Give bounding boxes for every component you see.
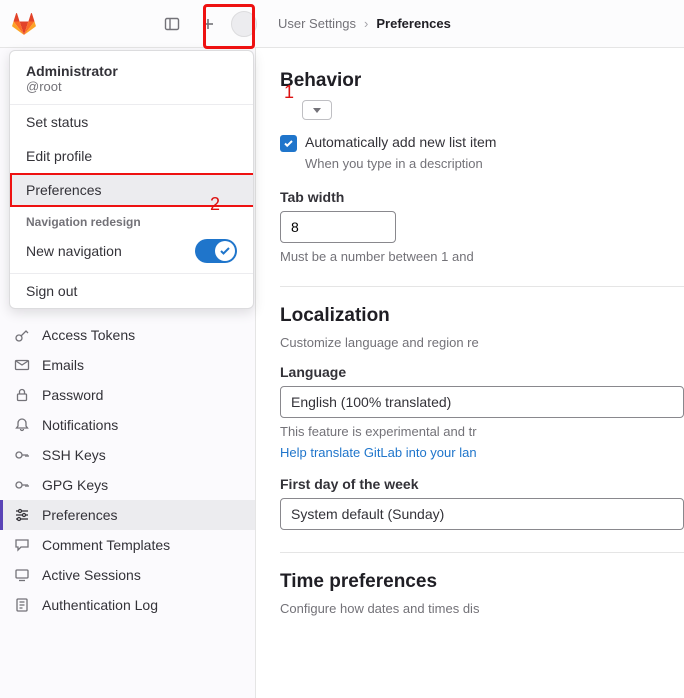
behavior-heading: Behavior [280,70,684,92]
sidebar-toggle-icon[interactable] [158,10,186,38]
checkbox-label: Automatically add new list item [305,134,496,150]
time-pref-sub: Configure how dates and times dis [280,601,684,616]
sidebar-item-label: Active Sessions [42,567,141,583]
checkbox-checked-icon [280,135,297,152]
tab-width-label: Tab width [280,189,684,205]
tab-width-input[interactable] [280,211,396,243]
sidebar-item-ssh-keys[interactable]: SSH Keys [0,440,255,470]
sidebar-item-gpg-keys[interactable]: GPG Keys [0,470,255,500]
user-name: Administrator [26,63,237,79]
sidebar-item-access-tokens[interactable]: Access Tokens [0,320,255,350]
sidebar-item-label: Authentication Log [42,597,158,613]
menu-sign-out[interactable]: Sign out [10,274,253,308]
sidebar-item-label: Access Tokens [42,327,135,343]
language-hint: This feature is experimental and tr [280,424,684,439]
time-pref-heading: Time preferences [280,571,684,593]
language-label: Language [280,364,684,380]
breadcrumb: User Settings › Preferences [278,16,451,31]
sidebar-item-active-sessions[interactable]: Active Sessions [0,560,255,590]
localization-heading: Localization [280,305,684,327]
menu-section-label: Navigation redesign [10,207,253,233]
sidebar-item-label: SSH Keys [42,447,106,463]
language-select[interactable]: English (100% translated) [280,386,684,418]
top-icons [158,10,258,38]
first-day-label: First day of the week [280,476,684,492]
menu-set-status[interactable]: Set status [10,105,253,139]
gitlab-logo-icon[interactable] [12,12,36,36]
menu-edit-profile[interactable]: Edit profile [10,139,253,173]
sidebar-item-emails[interactable]: Emails [0,350,255,380]
sidebar-item-password[interactable]: Password [0,380,255,410]
main-content: Behavior Automatically add new list item… [256,48,684,698]
sidebar-item-comment-templates[interactable]: Comment Templates [0,530,255,560]
checkbox-hint: When you type in a description [305,156,684,171]
checkbox-auto-list[interactable]: Automatically add new list item [280,134,684,152]
sidebar-item-label: Preferences [42,507,117,523]
user-dropdown: Administrator @root Set status Edit prof… [9,50,254,309]
sidebar-item-label: Password [42,387,103,403]
tab-width-hint: Must be a number between 1 and [280,249,684,264]
sidebar-item-notifications[interactable]: Notifications [0,410,255,440]
menu-preferences[interactable]: Preferences [10,173,253,207]
sidebar-item-label: Notifications [42,417,118,433]
breadcrumb-parent[interactable]: User Settings [278,16,356,31]
sidebar-item-label: GPG Keys [42,477,108,493]
sidebar-item-auth-log[interactable]: Authentication Log [0,590,255,620]
menu-new-navigation: New navigation [10,233,253,273]
toggle-label: New navigation [26,243,122,259]
localization-sub: Customize language and region re [280,335,684,350]
user-handle: @root [26,79,237,94]
dropdown-header: Administrator @root [10,51,253,104]
plus-icon[interactable] [194,10,222,38]
translate-link[interactable]: Help translate GitLab into your lan [280,445,684,460]
breadcrumb-current: Preferences [376,16,450,31]
sidebar-item-preferences[interactable]: Preferences [0,500,255,530]
dash-select[interactable] [302,100,332,120]
chevron-right-icon: › [364,16,368,31]
avatar[interactable] [230,10,258,38]
first-day-select[interactable]: System default (Sunday) [280,498,684,530]
new-navigation-toggle[interactable] [195,239,237,263]
sidebar-item-label: Comment Templates [42,537,170,553]
sidebar-item-label: Emails [42,357,84,373]
